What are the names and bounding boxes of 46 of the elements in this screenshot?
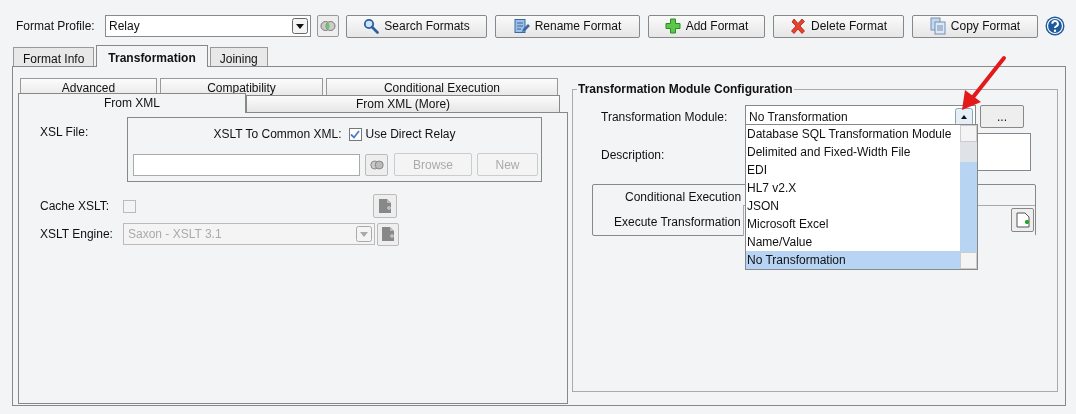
conditional-execution-label: Conditional Execution <box>625 189 742 206</box>
use-direct-relay-label[interactable]: Use Direct Relay <box>365 125 456 143</box>
checkbox[interactable] <box>348 127 362 141</box>
xsl-file-field[interactable] <box>133 153 360 176</box>
delete-format-button[interactable]: Delete Format <box>773 14 904 38</box>
cache-xslt-label: Cache XSLT: <box>39 198 111 215</box>
format-profile-label: Format Profile: <box>16 18 96 35</box>
add-format-button[interactable]: Add Format <box>648 14 765 38</box>
tab[interactable]: From XML (More) <box>246 95 560 113</box>
tab[interactable]: Format Info <box>13 47 95 66</box>
rename-format-button[interactable]: Rename Format <box>495 14 640 38</box>
execute-transformation-label: Execute Transformation <box>614 214 741 231</box>
toggle-button[interactable] <box>317 15 339 37</box>
module-config-title: Transformation Module Configuration <box>577 81 794 98</box>
transformation-module-label: Transformation Module: <box>600 108 729 126</box>
browse-button[interactable]: ... <box>980 105 1024 128</box>
document-plus-icon <box>1015 212 1030 228</box>
document-pencil-icon <box>513 18 530 34</box>
x-icon <box>790 18 806 34</box>
toggle-icon <box>320 21 336 31</box>
document-plus-icon <box>381 226 395 242</box>
tab[interactable]: Transformation <box>96 45 208 67</box>
scrollbar[interactable] <box>960 125 977 269</box>
document-plus-icon <box>378 198 392 214</box>
description-label: Description: <box>601 147 666 164</box>
xsl-file-label: XSL File: <box>39 124 90 141</box>
check-icon <box>350 129 360 139</box>
new-document-button[interactable] <box>1011 208 1034 232</box>
new-document-button[interactable] <box>373 194 397 218</box>
toggle-icon <box>369 159 384 170</box>
format-profile-select[interactable]: Relay <box>105 15 311 37</box>
new-document-button[interactable] <box>377 222 399 246</box>
dropdown-option[interactable]: No Transformation <box>746 251 960 269</box>
tab[interactable]: Conditional Execution <box>326 78 558 95</box>
help-icon[interactable] <box>1045 16 1065 36</box>
xslt-to-common-xml-label: XSLT To Common XML: <box>213 126 342 143</box>
toggle-button[interactable] <box>365 153 388 176</box>
tab[interactable]: Joining <box>209 47 268 66</box>
search-icon <box>363 18 380 34</box>
search-format-button[interactable]: Search Formats <box>346 14 487 38</box>
copy-format-button[interactable]: Copy Format <box>912 14 1038 38</box>
copy-icon <box>929 17 946 35</box>
plus-icon <box>664 18 681 34</box>
xslt-engine-label: XSLT Engine: <box>39 226 114 243</box>
tab[interactable]: Compatibility <box>160 78 323 95</box>
tab[interactable]: From XML <box>18 93 246 113</box>
